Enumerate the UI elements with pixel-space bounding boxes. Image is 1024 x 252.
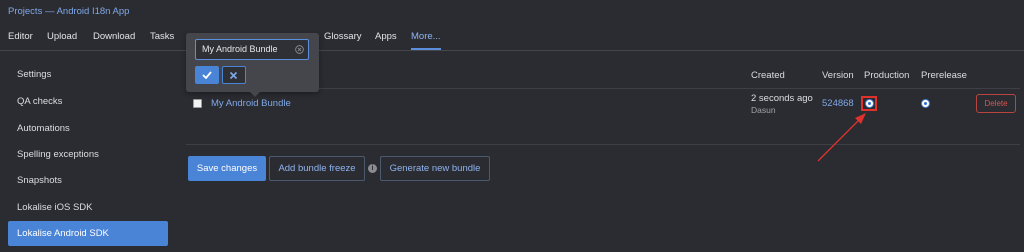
info-icon[interactable]: i (368, 164, 377, 173)
clear-circle-icon[interactable] (295, 45, 304, 54)
bundle-name-link[interactable]: My Android Bundle (211, 98, 291, 109)
sidebar-item-ios-sdk[interactable]: Lokalise iOS SDK (8, 195, 168, 220)
generate-bundle-button[interactable]: Generate new bundle (380, 156, 490, 181)
tab-tasks[interactable]: Tasks (150, 31, 174, 42)
annotation-highlight-box (861, 96, 877, 111)
row-checkbox[interactable] (193, 99, 202, 108)
column-header-version: Version (822, 70, 854, 81)
created-time: 2 seconds ago (751, 93, 813, 104)
column-header-created: Created (751, 70, 785, 81)
tab-download[interactable]: Download (93, 31, 135, 42)
sidebar-item-qa-checks[interactable]: QA checks (8, 89, 168, 114)
sidebar-item-settings[interactable]: Settings (8, 62, 168, 87)
add-bundle-freeze-button[interactable]: Add bundle freeze (269, 156, 365, 181)
sidebar-item-snapshots[interactable]: Snapshots (8, 168, 168, 193)
delete-button[interactable]: Delete (976, 94, 1016, 113)
top-nav: Editor Upload Download Tasks Glossary Ap… (0, 28, 1024, 51)
tab-glossary[interactable]: Glossary (324, 31, 361, 42)
cancel-button[interactable] (222, 66, 246, 84)
breadcrumb[interactable]: Projects — Android I18n App (8, 6, 129, 17)
tab-more[interactable]: More... (411, 31, 441, 50)
save-changes-button[interactable]: Save changes (188, 156, 266, 181)
confirm-button[interactable] (195, 66, 219, 84)
created-author: Dasun (751, 105, 776, 115)
bundle-name-input[interactable]: My Android Bundle (195, 39, 309, 60)
sidebar-item-spelling-exceptions[interactable]: Spelling exceptions (8, 142, 168, 167)
sidebar-item-android-sdk[interactable]: Lokalise Android SDK (8, 221, 168, 246)
tab-apps[interactable]: Apps (375, 31, 397, 42)
version-link[interactable]: 524868 (822, 98, 854, 109)
popover-arrow (249, 91, 261, 97)
tab-editor[interactable]: Editor (8, 31, 33, 42)
table-divider (186, 144, 1020, 145)
column-header-prerelease: Prerelease (921, 70, 967, 81)
prerelease-radio[interactable] (921, 99, 930, 108)
tab-upload[interactable]: Upload (47, 31, 77, 42)
column-header-production: Production (864, 70, 910, 81)
check-icon (202, 71, 212, 79)
sidebar-item-automations[interactable]: Automations (8, 116, 168, 141)
close-icon (229, 71, 238, 80)
